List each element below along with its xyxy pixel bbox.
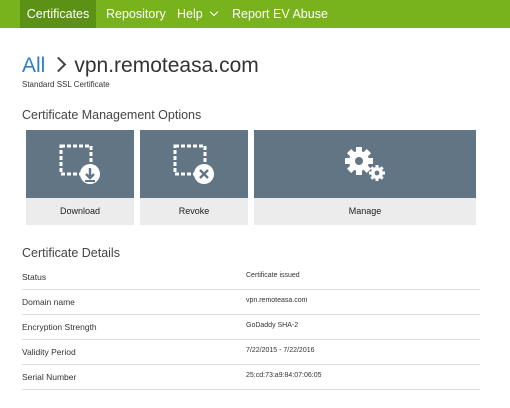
status-label: Status bbox=[22, 272, 47, 282]
revoke-tile[interactable]: Revoke bbox=[140, 130, 248, 225]
validity-period-label: Validity Period bbox=[22, 347, 76, 357]
certificate-revoke-icon bbox=[173, 144, 214, 184]
breadcrumb: All vpn.remoteasa.com bbox=[22, 52, 259, 80]
revoke-tile-icon-area bbox=[140, 130, 248, 198]
top-nav-bar: Certificates Repository Help Report EV A… bbox=[0, 0, 510, 28]
nav-help[interactable]: Help bbox=[177, 0, 218, 28]
revoke-label: Revoke bbox=[178, 206, 210, 216]
certificate-download-icon bbox=[59, 144, 100, 184]
manage-label: Manage bbox=[348, 206, 382, 216]
details-row-validity-period: Validity Period 7/22/2015 - 7/22/2016 bbox=[22, 340, 480, 365]
domain-name-value: vpn.remoteasa.com bbox=[246, 297, 308, 304]
management-options-heading: Certificate Management Options bbox=[22, 108, 202, 122]
serial-number-label: Serial Number bbox=[22, 372, 77, 382]
serial-number-value: 25:cd:73:a9:84:07:06:05 bbox=[246, 372, 322, 379]
details-row-serial-number: Serial Number 25:cd:73:a9:84:07:06:05 bbox=[22, 365, 480, 390]
nav-repository[interactable]: Repository bbox=[106, 0, 166, 28]
details-row-status: Status Certificate issued bbox=[22, 265, 480, 290]
chevron-right-icon bbox=[51, 56, 67, 73]
manage-tile[interactable]: Manage bbox=[254, 130, 476, 225]
domain-name-label: Domain name bbox=[22, 297, 75, 307]
manage-button[interactable]: Manage bbox=[254, 198, 476, 225]
breadcrumb-all-link[interactable]: All bbox=[22, 54, 45, 77]
validity-period-value: 7/22/2015 - 7/22/2016 bbox=[246, 347, 315, 354]
revoke-button[interactable]: Revoke bbox=[140, 198, 248, 225]
details-row-domain-name: Domain name vpn.remoteasa.com bbox=[22, 290, 480, 315]
encryption-strength-label: Encryption Strength bbox=[22, 322, 97, 332]
chevron-down-icon bbox=[209, 7, 218, 17]
nav-certificates[interactable]: Certificates bbox=[20, 0, 96, 28]
certificate-details-heading: Certificate Details bbox=[22, 246, 120, 260]
manage-tile-icon-area bbox=[254, 130, 476, 198]
download-tile[interactable]: Download bbox=[26, 130, 134, 225]
gears-icon bbox=[345, 147, 385, 181]
download-button[interactable]: Download bbox=[26, 198, 134, 225]
download-label: Download bbox=[59, 206, 101, 216]
encryption-strength-value: GoDaddy SHA-2 bbox=[246, 322, 299, 329]
status-value: Certificate issued bbox=[246, 272, 300, 279]
nav-report-ev-abuse[interactable]: Report EV Abuse bbox=[232, 0, 328, 28]
details-row-encryption-strength: Encryption Strength GoDaddy SHA-2 bbox=[22, 315, 480, 340]
page-title: vpn.remoteasa.com bbox=[74, 54, 259, 77]
nav-certificates-label: Certificates bbox=[26, 7, 90, 21]
nav-help-label: Help bbox=[177, 7, 203, 21]
nav-report-ev-abuse-label: Report EV Abuse bbox=[232, 7, 328, 21]
download-tile-icon-area bbox=[26, 130, 134, 198]
nav-repository-label: Repository bbox=[106, 7, 166, 21]
certificate-type-subtitle: Standard SSL Certificate bbox=[22, 80, 110, 89]
